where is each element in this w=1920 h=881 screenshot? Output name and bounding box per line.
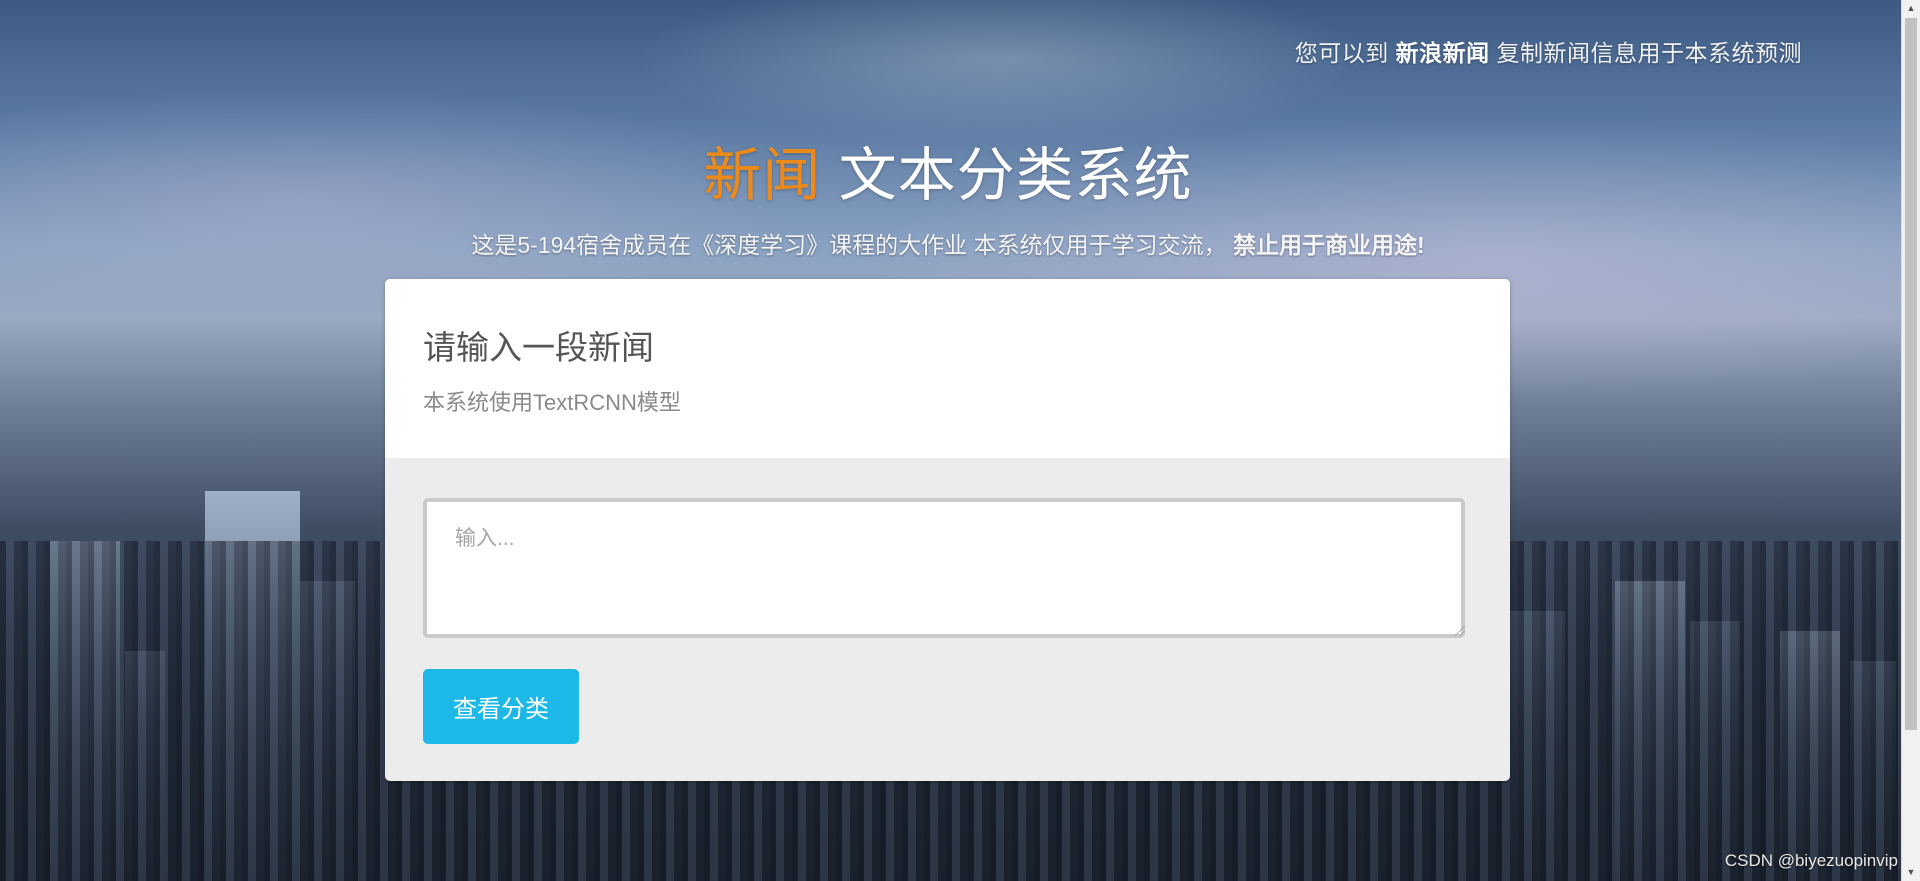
news-input[interactable]: [423, 498, 1465, 638]
page: 您可以到 新浪新闻 复制新闻信息用于本系统预测 新闻 文本分类系统 这是5-19…: [0, 0, 1920, 881]
scroll-down-icon[interactable]: ▼: [1902, 864, 1920, 881]
top-note: 您可以到 新浪新闻 复制新闻信息用于本系统预测: [1295, 34, 1802, 68]
card-header: 请输入一段新闻 本系统使用TextRCNN模型: [385, 279, 1510, 458]
classify-button[interactable]: 查看分类: [423, 669, 579, 744]
subtitle-warning: 禁止用于商业用途!: [1232, 232, 1425, 258]
scroll-up-icon[interactable]: ▲: [1902, 0, 1920, 17]
card-description: 本系统使用TextRCNN模型: [423, 390, 681, 415]
scrollbar-thumb[interactable]: [1905, 18, 1917, 730]
card-title: 请输入一段新闻: [423, 329, 654, 366]
title-accent: 新闻: [703, 143, 822, 208]
top-note-prefix: 您可以到: [1294, 40, 1389, 66]
page-subtitle: 这是5-194宿舍成员在《深度学习》课程的大作业 本系统仅用于学习交流， 禁止用…: [0, 226, 1896, 260]
page-title: 新闻 文本分类系统: [0, 128, 1896, 212]
sina-news-link[interactable]: 新浪新闻: [1396, 40, 1490, 66]
watermark: CSDN @biyezuopinvip: [1724, 851, 1898, 870]
title-rest: 文本分类系统: [838, 143, 1193, 208]
top-note-suffix: 复制新闻信息用于本系统预测: [1496, 40, 1802, 66]
resize-handle-icon[interactable]: [1455, 626, 1465, 636]
subtitle-main: 这是5-194宿舍成员在《深度学习》课程的大作业 本系统仅用于学习交流，: [471, 232, 1227, 258]
vertical-scrollbar[interactable]: ▲ ▼: [1901, 0, 1920, 881]
input-card: 请输入一段新闻 本系统使用TextRCNN模型 查看分类: [385, 279, 1510, 781]
